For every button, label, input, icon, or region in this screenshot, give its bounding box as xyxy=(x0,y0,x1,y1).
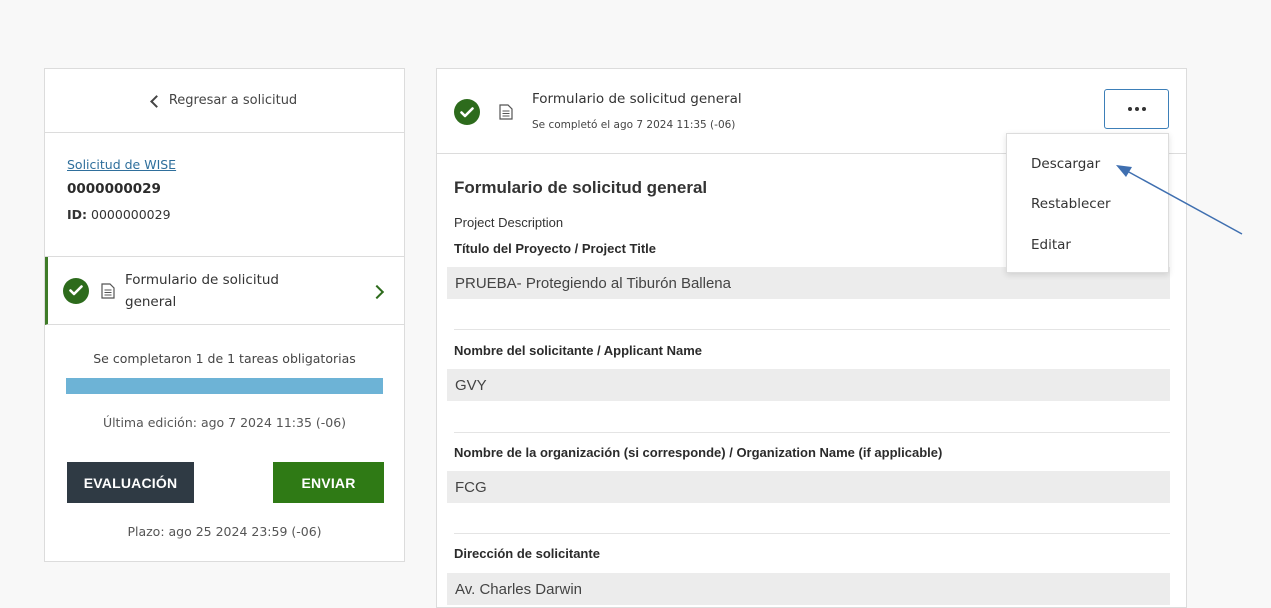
field-label: Nombre de la organización (si correspond… xyxy=(454,445,943,460)
action-buttons: EVALUACIÓN ENVIAR xyxy=(67,462,384,503)
evaluation-button[interactable]: EVALUACIÓN xyxy=(67,462,194,503)
field-value: Av. Charles Darwin xyxy=(447,573,1170,605)
form-completed-text: Se completó el ago 7 2024 11:35 (-06) xyxy=(532,119,736,131)
application-number: 0000000029 xyxy=(67,181,161,197)
form-title: Formulario de solicitud general xyxy=(454,178,708,197)
last-edit-text: Última edición: ago 7 2024 11:35 (-06) xyxy=(102,415,347,430)
field-value: GVY xyxy=(447,369,1170,401)
check-circle-icon xyxy=(454,99,480,125)
send-button[interactable]: ENVIAR xyxy=(273,462,384,503)
more-options-button[interactable] xyxy=(1104,89,1169,129)
chevron-right-icon xyxy=(369,284,385,300)
document-icon xyxy=(101,282,115,299)
progress-text: Se completaron 1 de 1 tareas obligatoria… xyxy=(93,351,356,366)
progress-section: Se completaron 1 de 1 tareas obligatoria… xyxy=(45,325,404,430)
menu-item-edit[interactable]: Editar xyxy=(1031,237,1071,253)
field-value: FCG xyxy=(447,471,1170,503)
application-link[interactable]: Solicitud de WISE xyxy=(67,157,404,172)
back-to-application-link[interactable]: Regresar a solicitud xyxy=(45,69,404,133)
id-label: ID: xyxy=(67,207,88,222)
menu-item-reset[interactable]: Restablecer xyxy=(1031,196,1111,212)
task-label: Formulario de solicitud general xyxy=(125,271,279,310)
application-id: ID: 0000000029 xyxy=(67,207,404,222)
form-header-title: Formulario de solicitud general xyxy=(532,91,742,107)
field-label: Dirección de solicitante xyxy=(454,546,600,561)
deadline-text: Plazo: ago 25 2024 23:59 (-06) xyxy=(127,524,322,539)
divider xyxy=(454,533,1170,534)
application-info: Solicitud de WISE 0000000029 ID: 0000000… xyxy=(45,133,404,257)
back-label: Regresar a solicitud xyxy=(168,93,298,108)
chevron-left-icon xyxy=(149,94,163,108)
divider xyxy=(454,329,1170,330)
more-options-icon xyxy=(1141,107,1146,111)
more-options-icon xyxy=(1134,107,1139,111)
progress-bar xyxy=(66,378,383,394)
menu-item-download[interactable]: Descargar xyxy=(1031,156,1100,172)
more-options-menu: Descargar Restablecer Editar xyxy=(1006,133,1169,273)
application-sidebar: Regresar a solicitud Solicitud de WISE 0… xyxy=(44,68,405,562)
task-item-general-form[interactable]: Formulario de solicitud general xyxy=(45,257,404,325)
document-icon xyxy=(499,104,513,120)
divider xyxy=(454,432,1170,433)
more-options-icon xyxy=(1127,107,1132,111)
section-label: Project Description xyxy=(454,215,564,230)
field-label: Título del Proyecto / Project Title xyxy=(454,241,657,256)
field-label: Nombre del solicitante / Applicant Name xyxy=(454,343,703,358)
id-value: 0000000029 xyxy=(91,207,171,222)
check-circle-icon xyxy=(63,277,89,304)
